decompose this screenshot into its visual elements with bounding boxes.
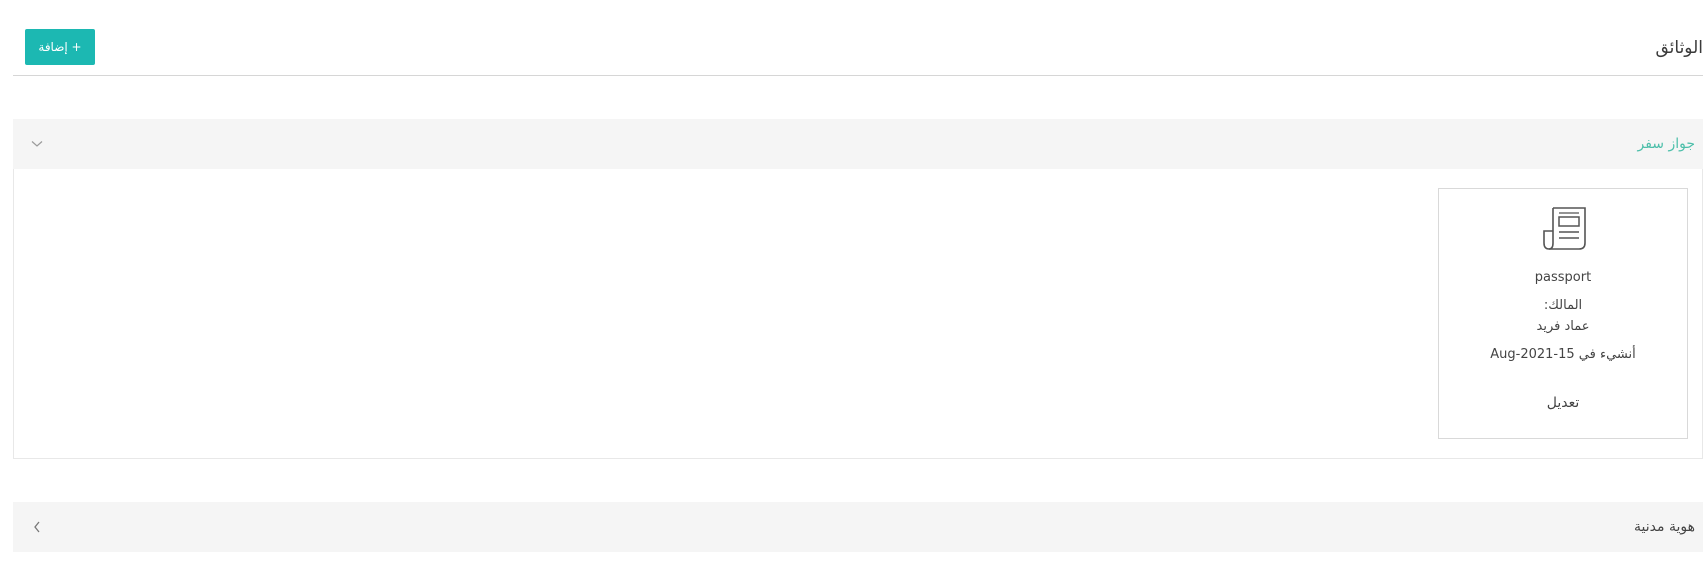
created-date: أنشيء في 15-2021-Aug xyxy=(1490,347,1636,362)
document-icon xyxy=(1541,205,1589,253)
edit-link[interactable]: تعديل xyxy=(1439,395,1687,411)
page-title: الوثائق xyxy=(1655,38,1703,58)
section-title: جواز سفر xyxy=(1637,136,1695,152)
chevron-down-icon[interactable] xyxy=(27,119,47,169)
chevron-left-icon[interactable] xyxy=(27,502,47,552)
page-header: + إضافة الوثائق xyxy=(13,0,1703,76)
owner-label: المالك: xyxy=(1543,298,1583,313)
section-header-passport[interactable]: جواز سفر xyxy=(13,119,1703,169)
section-header-civil-id[interactable]: هوية مدنية xyxy=(13,502,1703,552)
add-button[interactable]: + إضافة xyxy=(25,29,95,65)
section-title: هوية مدنية xyxy=(1634,519,1695,535)
section-body-passport: passport المالك: عماد فريد أنشيء في 15-2… xyxy=(13,169,1703,459)
section-passport: جواز سفر passport المالك: عماد فريد أنشي… xyxy=(13,119,1703,459)
section-civil-id: هوية مدنية xyxy=(13,502,1703,552)
owner-name: عماد فريد xyxy=(1536,319,1590,334)
document-card: passport المالك: عماد فريد أنشيء في 15-2… xyxy=(1438,188,1688,439)
page: + إضافة الوثائق جواز سفر passport المالك… xyxy=(0,0,1703,576)
document-name: passport xyxy=(1534,270,1592,285)
